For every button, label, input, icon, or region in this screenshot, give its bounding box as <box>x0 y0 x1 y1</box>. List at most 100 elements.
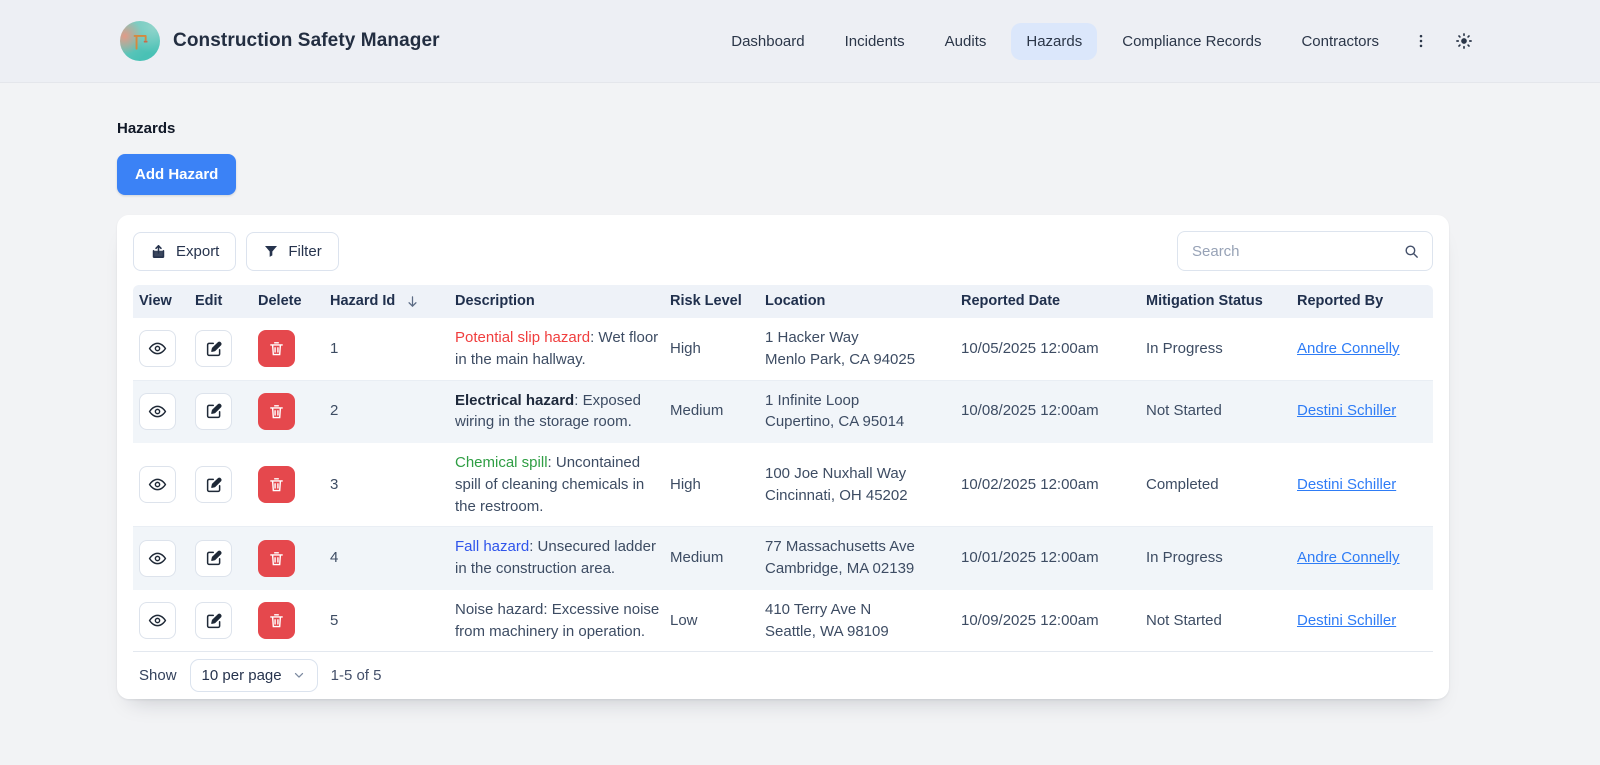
description-cell: Noise hazard: Excessive noise from machi… <box>449 590 664 652</box>
risk-level-cell: High <box>664 329 759 369</box>
mitigation-status-cell: Completed <box>1140 465 1291 505</box>
eye-icon <box>148 549 167 568</box>
header-description[interactable]: Description <box>449 282 664 321</box>
description-highlight: Electrical hazard <box>455 392 574 409</box>
location-cell: 1 Hacker WayMenlo Park, CA 94025 <box>759 318 955 380</box>
edit-button[interactable] <box>195 466 232 503</box>
location-line2: Cambridge, MA 02139 <box>765 558 951 580</box>
table-row: 1 Potential slip hazard: Wet floor in th… <box>133 318 1433 381</box>
header-reported-date[interactable]: Reported Date <box>955 282 1140 321</box>
location-line2: Seattle, WA 98109 <box>765 621 951 643</box>
hazard-id-cell: 3 <box>324 465 449 505</box>
pencil-square-icon <box>205 476 223 494</box>
header-location[interactable]: Location <box>759 282 955 321</box>
view-button[interactable] <box>139 602 176 639</box>
edit-button[interactable] <box>195 330 232 367</box>
pagination-range: 1-5 of 5 <box>331 667 382 684</box>
pencil-square-icon <box>205 549 223 567</box>
hazard-id-cell: 4 <box>324 538 449 578</box>
header-reported-by[interactable]: Reported By <box>1291 282 1433 321</box>
reported-by-link[interactable]: Destini Schiller <box>1297 402 1396 419</box>
nav-item-dashboard[interactable]: Dashboard <box>716 23 819 60</box>
delete-button[interactable] <box>258 393 295 430</box>
table-row: 4 Fall hazard: Unsecured ladder in the c… <box>133 527 1433 590</box>
reported-by-link[interactable]: Andre Connelly <box>1297 549 1400 566</box>
mitigation-status-cell: In Progress <box>1140 329 1291 369</box>
location-cell: 1 Infinite LoopCupertino, CA 95014 <box>759 381 955 443</box>
location-cell: 77 Massachusetts AveCambridge, MA 02139 <box>759 527 955 589</box>
risk-level-cell: High <box>664 465 759 505</box>
search-input[interactable] <box>1190 242 1403 261</box>
location-line1: 1 Infinite Loop <box>765 390 951 412</box>
add-hazard-button[interactable]: Add Hazard <box>117 154 236 195</box>
nav-item-hazards[interactable]: Hazards <box>1011 23 1097 60</box>
delete-button[interactable] <box>258 466 295 503</box>
header-mitigation-status[interactable]: Mitigation Status <box>1140 282 1291 321</box>
filter-button[interactable]: Filter <box>246 232 338 271</box>
description-highlight: Potential slip hazard <box>455 329 590 346</box>
theme-toggle-button[interactable] <box>1448 25 1480 57</box>
risk-level-cell: Medium <box>664 391 759 431</box>
delete-button[interactable] <box>258 540 295 577</box>
description-highlight: Noise hazard <box>455 601 543 618</box>
trash-icon <box>268 340 285 357</box>
location-cell: 410 Terry Ave NSeattle, WA 98109 <box>759 590 955 652</box>
reported-date-cell: 10/09/2025 12:00am <box>955 601 1140 641</box>
delete-button[interactable] <box>258 330 295 367</box>
pencil-square-icon <box>205 402 223 420</box>
hazards-table-card: Export Filter <box>117 215 1449 699</box>
search-box <box>1177 231 1433 271</box>
view-button[interactable] <box>139 330 176 367</box>
trash-icon <box>268 403 285 420</box>
location-line1: 77 Massachusetts Ave <box>765 536 951 558</box>
mitigation-status-cell: In Progress <box>1140 538 1291 578</box>
edit-button[interactable] <box>195 393 232 430</box>
edit-button[interactable] <box>195 602 232 639</box>
mitigation-status-cell: Not Started <box>1140 601 1291 641</box>
reported-by-link[interactable]: Destini Schiller <box>1297 476 1396 493</box>
nav-item-audits[interactable]: Audits <box>930 23 1002 60</box>
view-button[interactable] <box>139 540 176 577</box>
header-edit: Edit <box>189 282 252 321</box>
magnifier-icon <box>1403 243 1420 260</box>
mitigation-status-cell: Not Started <box>1140 391 1291 431</box>
header-hazard-id-label: Hazard Id <box>330 291 395 312</box>
reported-by-link[interactable]: Andre Connelly <box>1297 340 1400 357</box>
nav-item-incidents[interactable]: Incidents <box>830 23 920 60</box>
pencil-square-icon <box>205 612 223 630</box>
table-row: 3 Chemical spill: Uncontained spill of c… <box>133 443 1433 527</box>
header-delete: Delete <box>252 282 324 321</box>
nav-item-compliance-records[interactable]: Compliance Records <box>1107 23 1276 60</box>
location-line1: 410 Terry Ave N <box>765 599 951 621</box>
view-button[interactable] <box>139 466 176 503</box>
export-button[interactable]: Export <box>133 232 236 271</box>
overflow-menu-button[interactable] <box>1406 26 1436 56</box>
nav-item-contractors[interactable]: Contractors <box>1286 23 1394 60</box>
edit-button[interactable] <box>195 540 232 577</box>
hazard-id-cell: 5 <box>324 601 449 641</box>
kebab-vertical-icon <box>1412 32 1430 50</box>
pencil-square-icon <box>205 340 223 358</box>
reported-by-link[interactable]: Destini Schiller <box>1297 612 1396 629</box>
export-button-label: Export <box>176 243 219 260</box>
delete-button[interactable] <box>258 602 295 639</box>
hazards-table: View Edit Delete Hazard Id Description R… <box>133 285 1433 651</box>
sort-arrow-down-icon <box>405 294 420 309</box>
header-risk-level[interactable]: Risk Level <box>664 282 759 321</box>
filter-button-label: Filter <box>288 243 321 260</box>
eye-icon <box>148 402 167 421</box>
eye-icon <box>148 339 167 358</box>
view-button[interactable] <box>139 393 176 430</box>
header-hazard-id[interactable]: Hazard Id <box>324 282 449 321</box>
description-cell: Potential slip hazard: Wet floor in the … <box>449 318 664 380</box>
table-row: 5 Noise hazard: Excessive noise from mac… <box>133 590 1433 652</box>
location-line1: 100 Joe Nuxhall Way <box>765 463 951 485</box>
location-line1: 1 Hacker Way <box>765 327 951 349</box>
table-header-row: View Edit Delete Hazard Id Description R… <box>133 285 1433 318</box>
risk-level-cell: Medium <box>664 538 759 578</box>
crane-icon <box>131 32 150 51</box>
reported-date-cell: 10/01/2025 12:00am <box>955 538 1140 578</box>
page-size-select[interactable]: 10 per page <box>190 659 318 692</box>
funnel-icon <box>263 243 279 259</box>
trash-icon <box>268 550 285 567</box>
